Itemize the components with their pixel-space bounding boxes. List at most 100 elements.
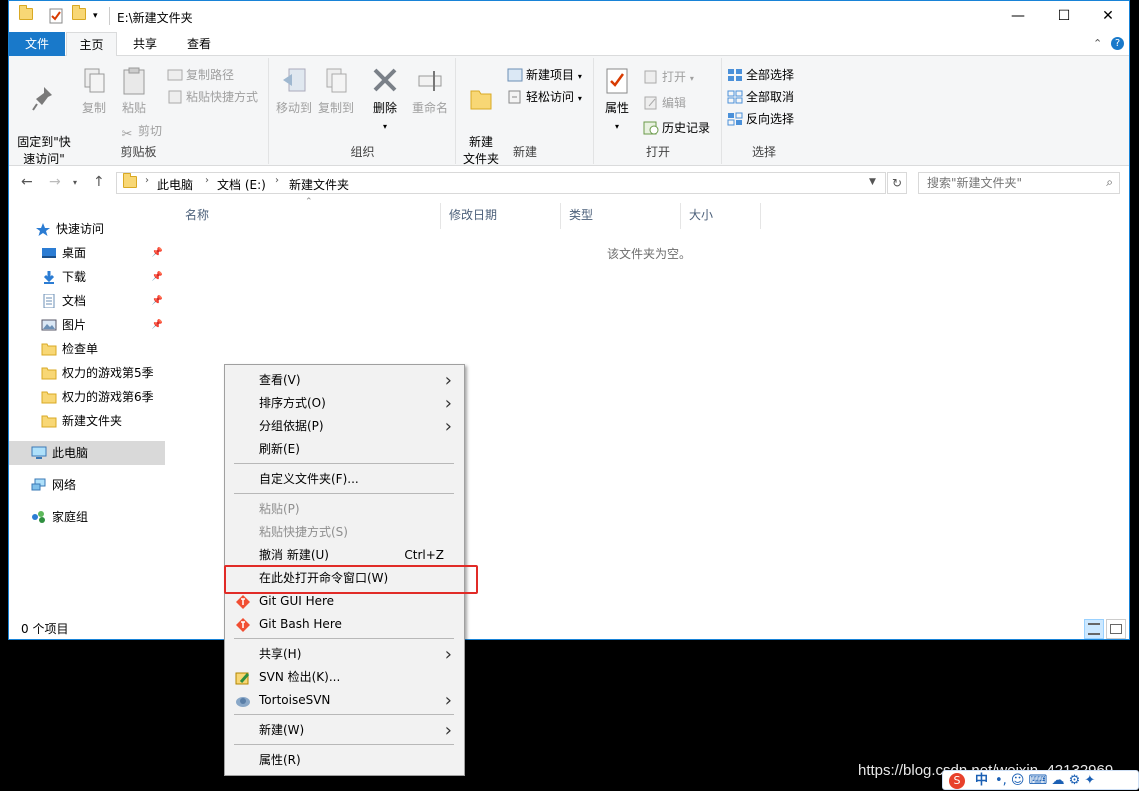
- paste-button[interactable]: 粘贴: [115, 66, 153, 117]
- sidebar-item[interactable]: 此电脑: [9, 441, 165, 465]
- context-menu-item[interactable]: 属性(R): [227, 749, 462, 772]
- rename-button[interactable]: 重命名: [408, 66, 452, 117]
- divider: [109, 7, 110, 25]
- up-arrow-icon[interactable]: ↑: [93, 174, 105, 190]
- chevron-down-icon[interactable]: ▾: [93, 11, 107, 27]
- copy-to-icon: [322, 66, 350, 96]
- select-none-button[interactable]: 全部取消: [727, 87, 794, 107]
- ribbon-collapse-icon[interactable]: ⌃: [1093, 37, 1102, 50]
- search-icon[interactable]: ⌕: [1106, 175, 1113, 190]
- sidebar-item[interactable]: 下载 📌: [9, 265, 165, 289]
- sidebar-item[interactable]: 检查单: [9, 337, 165, 361]
- git-icon: [235, 594, 251, 610]
- invert-selection-icon: [727, 112, 743, 126]
- select-all-button[interactable]: 全部选择: [727, 65, 794, 85]
- paste-shortcut-button[interactable]: 粘贴快捷方式: [167, 87, 258, 107]
- copy-path-button[interactable]: 复制路径: [167, 65, 234, 85]
- sidebar-item-label: 快速访问: [56, 222, 105, 236]
- tab-view[interactable]: 查看: [173, 32, 225, 56]
- pin-icon[interactable]: 📌: [152, 265, 163, 289]
- context-menu-item[interactable]: 新建(W) ›: [227, 719, 462, 742]
- column-name[interactable]: 名称: [177, 203, 441, 229]
- sidebar-item-label: 网络: [52, 478, 77, 492]
- tab-file[interactable]: 文件: [9, 32, 65, 56]
- sidebar-item[interactable]: 新建文件夹: [9, 409, 165, 433]
- ime-symbols[interactable]: •, ☺ ⌨ ☁ ⚙ ✦: [995, 771, 1095, 791]
- move-to-button[interactable]: 移动到: [274, 66, 314, 117]
- menu-separator: [234, 493, 454, 494]
- context-menu-item[interactable]: 查看(V) ›: [227, 369, 462, 392]
- sidebar-item-label: 权力的游戏第5季: [62, 366, 154, 380]
- download-icon: [41, 268, 57, 284]
- new-item-button[interactable]: 新建项目 ▾: [507, 65, 582, 85]
- ime-language[interactable]: 中: [975, 771, 988, 791]
- context-menu-item[interactable]: 排序方式(O) ›: [227, 392, 462, 415]
- sidebar-item[interactable]: 权力的游戏第5季: [9, 361, 165, 385]
- sogou-icon[interactable]: S: [949, 773, 965, 789]
- easy-access-icon: [507, 90, 523, 104]
- back-arrow-icon[interactable]: ←: [21, 174, 33, 190]
- easy-access-button[interactable]: 轻松访问 ▾: [507, 87, 582, 107]
- cut-button[interactable]: ✂ 剪切: [119, 121, 162, 142]
- large-icons-view-button[interactable]: [1106, 619, 1126, 639]
- delete-button[interactable]: 删除 ▾: [368, 66, 402, 135]
- rename-icon: [416, 66, 444, 96]
- minimize-button[interactable]: —: [995, 1, 1041, 32]
- breadcrumb-folder[interactable]: 新建文件夹: [289, 176, 349, 193]
- address-dropdown-icon[interactable]: ▼: [869, 177, 876, 187]
- copy-to-button[interactable]: 复制到: [316, 66, 356, 117]
- breadcrumb-drive[interactable]: 文档 (E:): [217, 176, 266, 193]
- sidebar-item[interactable]: 网络: [9, 473, 165, 497]
- context-menu-label: TortoiseSVN: [259, 693, 331, 707]
- column-date[interactable]: 修改日期: [441, 203, 561, 229]
- folder-icon: [41, 364, 57, 380]
- sidebar-item[interactable]: 权力的游戏第6季: [9, 385, 165, 409]
- sidebar-item[interactable]: 图片 📌: [9, 313, 165, 337]
- pin-icon[interactable]: 📌: [152, 241, 163, 265]
- forward-arrow-icon[interactable]: →: [49, 174, 61, 190]
- maximize-button[interactable]: ☐: [1041, 1, 1087, 32]
- context-menu-item[interactable]: 自定义文件夹(F)...: [227, 468, 462, 491]
- tab-home[interactable]: 主页: [66, 32, 117, 57]
- new-folder-quick-icon[interactable]: [72, 5, 86, 24]
- column-type[interactable]: 类型: [561, 203, 681, 229]
- context-menu-item[interactable]: 粘贴(P): [227, 498, 462, 521]
- context-menu-item[interactable]: Git Bash Here: [227, 613, 462, 636]
- sidebar-item[interactable]: 家庭组: [9, 505, 165, 529]
- sidebar-item[interactable]: 桌面 📌: [9, 241, 165, 265]
- pin-icon[interactable]: 📌: [152, 313, 163, 337]
- edit-button[interactable]: 编辑: [643, 93, 686, 113]
- details-view-button[interactable]: [1084, 619, 1104, 639]
- context-menu-item[interactable]: 撤消 新建(U) Ctrl+Z: [227, 544, 462, 567]
- help-icon[interactable]: ?: [1111, 37, 1124, 50]
- sidebar-item[interactable]: 快速访问: [9, 217, 165, 241]
- context-menu-item[interactable]: 刷新(E): [227, 438, 462, 461]
- search-input[interactable]: [919, 173, 1099, 193]
- breadcrumb-separator[interactable]: ›: [145, 175, 149, 186]
- context-menu-label: 属性(R): [259, 753, 301, 767]
- close-button[interactable]: ✕: [1085, 1, 1129, 32]
- address-bar[interactable]: › 此电脑 › 文档 (E:) › 新建文件夹 ▼: [116, 172, 886, 194]
- context-menu-item[interactable]: 粘贴快捷方式(S): [227, 521, 462, 544]
- recent-chevron-icon[interactable]: ▾: [73, 178, 77, 187]
- breadcrumb-this-pc[interactable]: 此电脑: [157, 176, 193, 193]
- breadcrumb-separator[interactable]: ›: [205, 175, 209, 186]
- history-button[interactable]: 历史记录: [643, 118, 710, 138]
- invert-selection-button[interactable]: 反向选择: [727, 109, 794, 129]
- tab-share[interactable]: 共享: [119, 32, 171, 56]
- context-menu-item[interactable]: TortoiseSVN ›: [227, 689, 462, 712]
- column-size[interactable]: 大小: [681, 203, 761, 229]
- refresh-button[interactable]: ↻: [887, 172, 907, 194]
- properties-check-icon[interactable]: [49, 8, 63, 24]
- copy-button[interactable]: 复制: [77, 66, 111, 117]
- item-count: 0 个项目: [21, 622, 69, 636]
- context-menu-item[interactable]: 分组依据(P) ›: [227, 415, 462, 438]
- pin-icon[interactable]: 📌: [152, 289, 163, 313]
- sidebar-item-label: 新建文件夹: [62, 414, 123, 428]
- sidebar-item[interactable]: 文档 📌: [9, 289, 165, 313]
- breadcrumb-separator[interactable]: ›: [275, 175, 279, 186]
- context-menu-item[interactable]: 共享(H) ›: [227, 643, 462, 666]
- open-button[interactable]: 打开 ▾: [643, 67, 694, 87]
- properties-button[interactable]: 属性 ▾: [599, 66, 635, 135]
- context-menu-item[interactable]: SVN 检出(K)...: [227, 666, 462, 689]
